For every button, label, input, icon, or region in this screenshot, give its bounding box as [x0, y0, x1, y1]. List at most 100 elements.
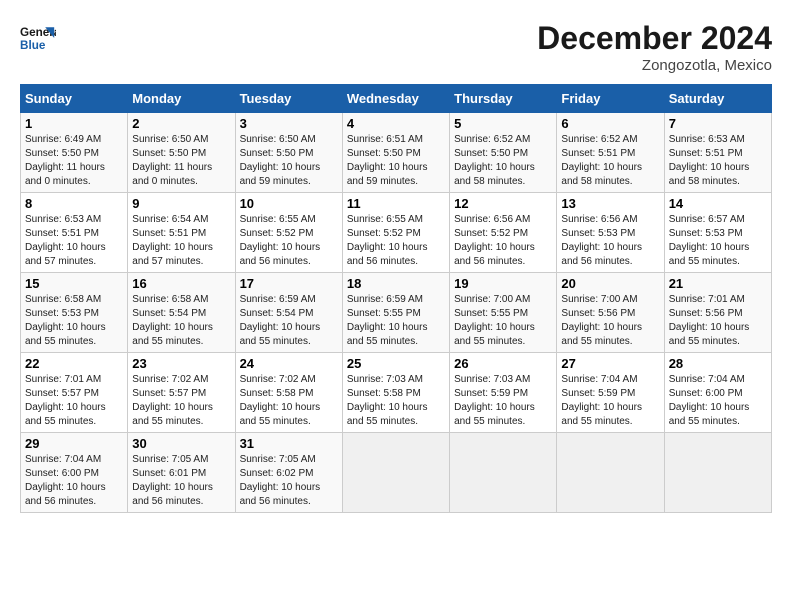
- calendar-cell: 17 Sunrise: 6:59 AMSunset: 5:54 PMDaylig…: [235, 273, 342, 353]
- calendar-week-2: 8 Sunrise: 6:53 AMSunset: 5:51 PMDayligh…: [21, 193, 772, 273]
- calendar-cell: 27 Sunrise: 7:04 AMSunset: 5:59 PMDaylig…: [557, 353, 664, 433]
- day-info: Sunrise: 6:50 AMSunset: 5:50 PMDaylight:…: [240, 134, 321, 187]
- day-number: 26: [454, 356, 552, 371]
- calendar-cell: [450, 433, 557, 513]
- calendar-cell: 28 Sunrise: 7:04 AMSunset: 6:00 PMDaylig…: [664, 353, 771, 433]
- day-number: 29: [25, 436, 123, 451]
- calendar-cell: 6 Sunrise: 6:52 AMSunset: 5:51 PMDayligh…: [557, 113, 664, 193]
- col-friday: Friday: [557, 85, 664, 113]
- day-number: 22: [25, 356, 123, 371]
- calendar-table: Sunday Monday Tuesday Wednesday Thursday…: [20, 84, 772, 513]
- day-info: Sunrise: 7:01 AMSunset: 5:56 PMDaylight:…: [669, 294, 750, 347]
- day-number: 11: [347, 196, 445, 211]
- calendar-week-4: 22 Sunrise: 7:01 AMSunset: 5:57 PMDaylig…: [21, 353, 772, 433]
- calendar-cell: 22 Sunrise: 7:01 AMSunset: 5:57 PMDaylig…: [21, 353, 128, 433]
- day-info: Sunrise: 7:04 AMSunset: 6:00 PMDaylight:…: [669, 374, 750, 427]
- calendar-cell: 29 Sunrise: 7:04 AMSunset: 6:00 PMDaylig…: [21, 433, 128, 513]
- day-number: 12: [454, 196, 552, 211]
- calendar-cell: 4 Sunrise: 6:51 AMSunset: 5:50 PMDayligh…: [342, 113, 449, 193]
- calendar-cell: 21 Sunrise: 7:01 AMSunset: 5:56 PMDaylig…: [664, 273, 771, 353]
- calendar-cell: [342, 433, 449, 513]
- day-number: 27: [561, 356, 659, 371]
- calendar-cell: 1 Sunrise: 6:49 AMSunset: 5:50 PMDayligh…: [21, 113, 128, 193]
- day-number: 10: [240, 196, 338, 211]
- day-number: 28: [669, 356, 767, 371]
- calendar-cell: 20 Sunrise: 7:00 AMSunset: 5:56 PMDaylig…: [557, 273, 664, 353]
- day-info: Sunrise: 6:52 AMSunset: 5:50 PMDaylight:…: [454, 134, 535, 187]
- page-header: General Blue General Blue December 2024 …: [20, 20, 772, 74]
- day-info: Sunrise: 6:58 AMSunset: 5:54 PMDaylight:…: [132, 294, 213, 347]
- month-title: December 2024: [537, 20, 772, 57]
- day-info: Sunrise: 6:59 AMSunset: 5:55 PMDaylight:…: [347, 294, 428, 347]
- col-wednesday: Wednesday: [342, 85, 449, 113]
- day-number: 6: [561, 116, 659, 131]
- day-info: Sunrise: 7:05 AMSunset: 6:02 PMDaylight:…: [240, 454, 321, 507]
- day-info: Sunrise: 7:00 AMSunset: 5:55 PMDaylight:…: [454, 294, 535, 347]
- calendar-cell: 24 Sunrise: 7:02 AMSunset: 5:58 PMDaylig…: [235, 353, 342, 433]
- calendar-cell: [664, 433, 771, 513]
- day-number: 20: [561, 276, 659, 291]
- calendar-cell: 11 Sunrise: 6:55 AMSunset: 5:52 PMDaylig…: [342, 193, 449, 273]
- day-number: 13: [561, 196, 659, 211]
- calendar-cell: 31 Sunrise: 7:05 AMSunset: 6:02 PMDaylig…: [235, 433, 342, 513]
- day-number: 8: [25, 196, 123, 211]
- location: Zongozotla, Mexico: [537, 57, 772, 74]
- day-number: 18: [347, 276, 445, 291]
- day-info: Sunrise: 6:51 AMSunset: 5:50 PMDaylight:…: [347, 134, 428, 187]
- col-tuesday: Tuesday: [235, 85, 342, 113]
- calendar-cell: 15 Sunrise: 6:58 AMSunset: 5:53 PMDaylig…: [21, 273, 128, 353]
- day-number: 5: [454, 116, 552, 131]
- day-info: Sunrise: 6:56 AMSunset: 5:53 PMDaylight:…: [561, 214, 642, 267]
- calendar-cell: 3 Sunrise: 6:50 AMSunset: 5:50 PMDayligh…: [235, 113, 342, 193]
- day-number: 23: [132, 356, 230, 371]
- day-info: Sunrise: 7:02 AMSunset: 5:58 PMDaylight:…: [240, 374, 321, 427]
- col-saturday: Saturday: [664, 85, 771, 113]
- day-number: 16: [132, 276, 230, 291]
- calendar-cell: 10 Sunrise: 6:55 AMSunset: 5:52 PMDaylig…: [235, 193, 342, 273]
- day-info: Sunrise: 6:56 AMSunset: 5:52 PMDaylight:…: [454, 214, 535, 267]
- calendar-cell: 16 Sunrise: 6:58 AMSunset: 5:54 PMDaylig…: [128, 273, 235, 353]
- logo: General Blue General Blue: [20, 20, 56, 56]
- day-info: Sunrise: 7:05 AMSunset: 6:01 PMDaylight:…: [132, 454, 213, 507]
- calendar-cell: 19 Sunrise: 7:00 AMSunset: 5:55 PMDaylig…: [450, 273, 557, 353]
- calendar-cell: 5 Sunrise: 6:52 AMSunset: 5:50 PMDayligh…: [450, 113, 557, 193]
- day-info: Sunrise: 6:54 AMSunset: 5:51 PMDaylight:…: [132, 214, 213, 267]
- calendar-cell: 7 Sunrise: 6:53 AMSunset: 5:51 PMDayligh…: [664, 113, 771, 193]
- day-number: 24: [240, 356, 338, 371]
- calendar-cell: 9 Sunrise: 6:54 AMSunset: 5:51 PMDayligh…: [128, 193, 235, 273]
- day-info: Sunrise: 6:49 AMSunset: 5:50 PMDaylight:…: [25, 134, 105, 187]
- day-number: 21: [669, 276, 767, 291]
- calendar-cell: 26 Sunrise: 7:03 AMSunset: 5:59 PMDaylig…: [450, 353, 557, 433]
- calendar-cell: 18 Sunrise: 6:59 AMSunset: 5:55 PMDaylig…: [342, 273, 449, 353]
- header-row: Sunday Monday Tuesday Wednesday Thursday…: [21, 85, 772, 113]
- day-number: 19: [454, 276, 552, 291]
- day-info: Sunrise: 7:03 AMSunset: 5:58 PMDaylight:…: [347, 374, 428, 427]
- logo-icon: General Blue: [20, 20, 56, 56]
- day-number: 9: [132, 196, 230, 211]
- day-info: Sunrise: 6:53 AMSunset: 5:51 PMDaylight:…: [25, 214, 106, 267]
- day-info: Sunrise: 6:59 AMSunset: 5:54 PMDaylight:…: [240, 294, 321, 347]
- day-number: 7: [669, 116, 767, 131]
- day-number: 31: [240, 436, 338, 451]
- calendar-cell: 8 Sunrise: 6:53 AMSunset: 5:51 PMDayligh…: [21, 193, 128, 273]
- svg-text:Blue: Blue: [20, 39, 46, 52]
- day-info: Sunrise: 6:52 AMSunset: 5:51 PMDaylight:…: [561, 134, 642, 187]
- day-info: Sunrise: 7:03 AMSunset: 5:59 PMDaylight:…: [454, 374, 535, 427]
- day-number: 17: [240, 276, 338, 291]
- day-number: 30: [132, 436, 230, 451]
- day-number: 14: [669, 196, 767, 211]
- calendar-week-5: 29 Sunrise: 7:04 AMSunset: 6:00 PMDaylig…: [21, 433, 772, 513]
- calendar-cell: [557, 433, 664, 513]
- day-info: Sunrise: 6:57 AMSunset: 5:53 PMDaylight:…: [669, 214, 750, 267]
- day-number: 2: [132, 116, 230, 131]
- day-info: Sunrise: 6:53 AMSunset: 5:51 PMDaylight:…: [669, 134, 750, 187]
- day-number: 1: [25, 116, 123, 131]
- day-number: 15: [25, 276, 123, 291]
- day-info: Sunrise: 7:00 AMSunset: 5:56 PMDaylight:…: [561, 294, 642, 347]
- day-info: Sunrise: 7:01 AMSunset: 5:57 PMDaylight:…: [25, 374, 106, 427]
- calendar-cell: 12 Sunrise: 6:56 AMSunset: 5:52 PMDaylig…: [450, 193, 557, 273]
- day-info: Sunrise: 7:04 AMSunset: 5:59 PMDaylight:…: [561, 374, 642, 427]
- col-thursday: Thursday: [450, 85, 557, 113]
- calendar-cell: 30 Sunrise: 7:05 AMSunset: 6:01 PMDaylig…: [128, 433, 235, 513]
- title-block: December 2024 Zongozotla, Mexico: [537, 20, 772, 74]
